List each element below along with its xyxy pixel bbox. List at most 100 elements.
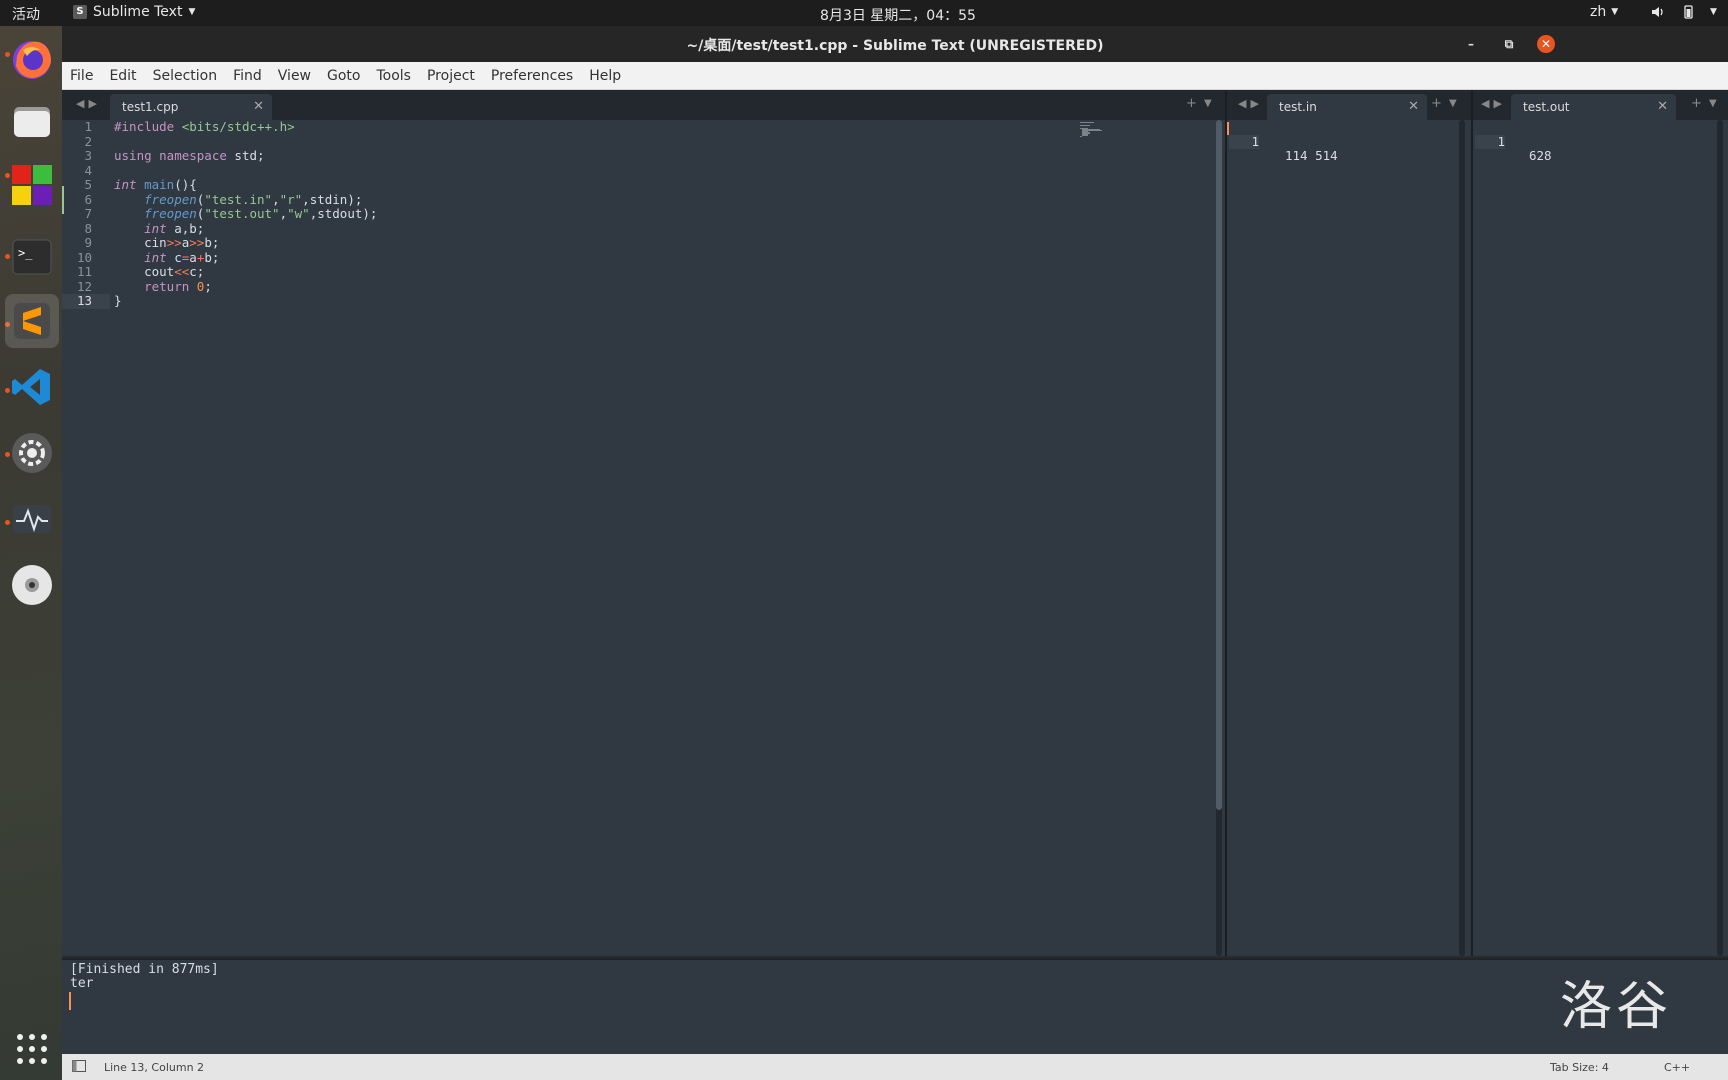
modified-gutter-marker: [62, 186, 64, 214]
close-tab-icon[interactable]: ✕: [1408, 94, 1419, 120]
vertical-scrollbar[interactable]: [1459, 120, 1465, 956]
menu-preferences[interactable]: Preferences: [491, 68, 573, 84]
scrollbar-thumb[interactable]: [1216, 120, 1222, 810]
tab-menu-chevron-icon[interactable]: ▼: [1449, 98, 1457, 109]
menu-goto[interactable]: Goto: [327, 68, 360, 84]
software-center-icon[interactable]: [5, 158, 59, 212]
line-number: 7: [84, 206, 92, 221]
volume-icon: [1652, 7, 1663, 17]
line-number: 12: [76, 278, 92, 294]
minimap[interactable]: [1080, 122, 1120, 148]
system-tray[interactable]: ▼: [1650, 4, 1717, 20]
dvd-icon[interactable]: [5, 558, 59, 612]
menu-edit[interactable]: Edit: [109, 68, 136, 84]
menu-selection[interactable]: Selection: [153, 68, 218, 84]
tab-size-selector[interactable]: Tab Size: 4: [1550, 1061, 1609, 1074]
line-number: 10: [76, 249, 92, 265]
code-line: 6 freopen("test.in","r",stdin);: [62, 191, 1152, 208]
line-number: 8: [84, 220, 92, 236]
line-number: 9: [84, 235, 92, 250]
tab-nav-arrows[interactable]: ◀▶: [1481, 97, 1506, 110]
clock[interactable]: 8月3日 星期二，04：55: [0, 5, 1728, 25]
menu-project[interactable]: Project: [427, 68, 475, 84]
menu-bar: File Edit Selection Find View Goto Tools…: [62, 62, 1728, 90]
build-output-panel[interactable]: [Finished in 877ms] ter: [62, 958, 1728, 1054]
code-editor[interactable]: 1 628: [1473, 120, 1728, 956]
code-token: <bits/stdc++.h>: [181, 119, 295, 134]
output-line: ter: [70, 976, 94, 991]
code-token: freopen: [144, 206, 197, 221]
code-token: b;: [204, 249, 220, 265]
syntax-selector[interactable]: C++: [1664, 1061, 1690, 1074]
code-token: ,stdin);: [302, 191, 363, 207]
close-tab-icon[interactable]: ✕: [253, 94, 264, 120]
luogu-watermark: 洛谷: [1560, 977, 1673, 1037]
line-number: 2: [84, 133, 92, 149]
close-button[interactable]: ✕: [1537, 35, 1555, 53]
vscode-icon[interactable]: [5, 360, 59, 414]
code-line: 1 628: [1473, 120, 1552, 163]
tab-bar: ◀▶ test.in ✕ + ▼: [1227, 90, 1471, 120]
code-line: 2: [62, 133, 1152, 150]
minimize-button[interactable]: –: [1462, 35, 1480, 53]
line-text: }: [114, 293, 122, 309]
close-tab-icon[interactable]: ✕: [1657, 94, 1668, 120]
settings-icon[interactable]: [5, 426, 59, 480]
firefox-icon[interactable]: [5, 32, 59, 86]
sublime-text-icon[interactable]: [5, 294, 59, 348]
new-tab-icon[interactable]: +: [1186, 96, 1197, 111]
text-cursor: [69, 992, 71, 1010]
tab-test1-cpp[interactable]: test1.cpp ✕: [110, 94, 272, 120]
code-line: 9 cin>>a>>b;: [62, 235, 1152, 251]
menu-help[interactable]: Help: [589, 68, 621, 84]
new-tab-icon[interactable]: +: [1431, 96, 1442, 111]
code-line: 1 #include <bits/stdc++.h>: [62, 119, 1152, 135]
tab-test-out[interactable]: test.out ✕: [1511, 94, 1676, 120]
vertical-scrollbar[interactable]: [1717, 120, 1723, 956]
tab-menu-chevron-icon[interactable]: ▼: [1709, 98, 1717, 109]
top-bar: 活动 S Sublime Text ▼ 8月3日 星期二，04：55 zh ▼ …: [0, 0, 1728, 26]
line-number: 5: [84, 177, 92, 192]
show-apps-icon[interactable]: [5, 1022, 59, 1076]
line-number: 13: [76, 293, 92, 308]
menu-find[interactable]: Find: [233, 68, 262, 84]
menu-tools[interactable]: Tools: [376, 68, 411, 84]
chevron-down-icon: ▼: [1611, 7, 1619, 17]
panel-toggle-icon[interactable]: [72, 1060, 86, 1075]
line-text: int main(){: [114, 177, 197, 193]
tab-nav-arrows[interactable]: ◀▶: [1238, 97, 1263, 110]
maximize-button[interactable]: ⧉: [1500, 35, 1518, 53]
tab-menu-chevron-icon[interactable]: ▼: [1204, 98, 1212, 109]
tab-label: test.out: [1523, 100, 1570, 114]
vertical-scrollbar[interactable]: [1216, 120, 1222, 956]
new-tab-icon[interactable]: +: [1691, 96, 1702, 111]
language-label: zh: [1590, 4, 1607, 20]
files-icon[interactable]: [5, 94, 59, 148]
code-token: "test.out": [204, 206, 280, 221]
code-line: 5 int main(){: [62, 177, 1152, 193]
code-token: }: [114, 293, 122, 308]
menu-file[interactable]: File: [70, 68, 93, 84]
terminal-icon[interactable]: >_: [5, 230, 59, 284]
code-token: >>: [166, 235, 182, 250]
svg-text:>_: >_: [18, 246, 33, 260]
menu-view[interactable]: View: [278, 68, 311, 84]
code-editor[interactable]: 1 114 514: [1227, 120, 1471, 956]
code-token: c;: [189, 264, 205, 279]
tab-test-in[interactable]: test.in ✕: [1267, 94, 1427, 120]
tab-label: test1.cpp: [122, 100, 179, 114]
editor-group-main: ◀▶ test1.cpp ✕ + ▼ 1 #include <bits/stdc+…: [62, 90, 1225, 956]
tab-bar: ◀▶ test1.cpp ✕ + ▼: [62, 90, 1225, 120]
window-title-bar[interactable]: ~/桌面/test/test1.cpp - Sublime Text (UNRE…: [62, 26, 1728, 62]
line-text: freopen("test.in","r",stdin);: [114, 191, 363, 208]
system-monitor-icon[interactable]: [5, 492, 59, 546]
language-indicator[interactable]: zh ▼: [1590, 4, 1618, 20]
line-number: 1: [1475, 134, 1505, 149]
tab-nav-arrows[interactable]: ◀▶: [76, 97, 101, 110]
code-editor[interactable]: 1 #include <bits/stdc++.h> 2 3 using namespa…: [62, 119, 1225, 956]
line-number: 3: [84, 148, 92, 163]
code-token: a: [189, 249, 197, 265]
